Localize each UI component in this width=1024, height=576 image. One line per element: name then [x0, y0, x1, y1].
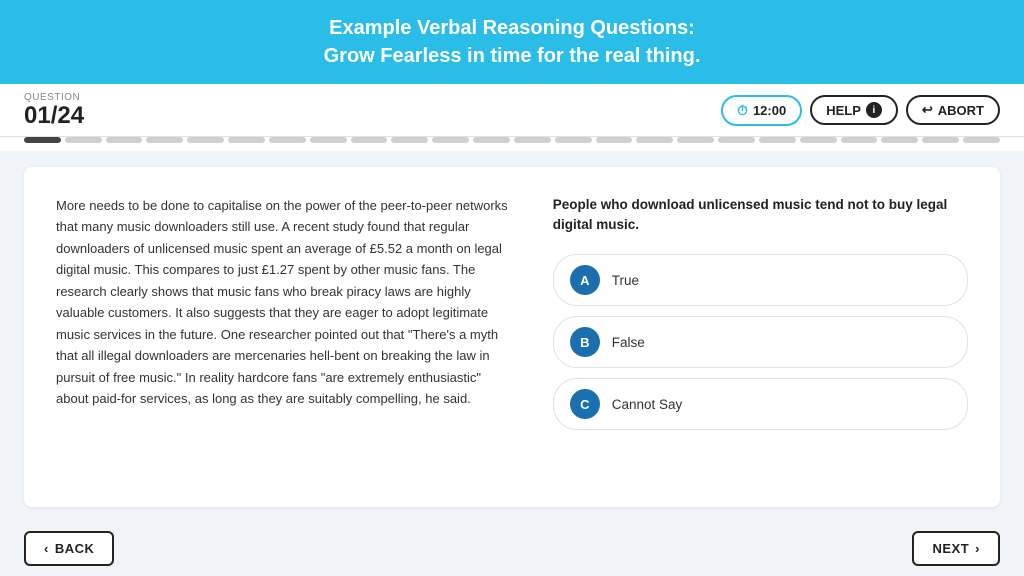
progress-segment-8 [310, 137, 347, 143]
header-line2: Grow Fearless in time for the real thing… [324, 45, 701, 67]
progress-segment-15 [596, 137, 633, 143]
progress-segment-4 [146, 137, 183, 143]
progress-segment-23 [922, 137, 959, 143]
progress-segment-3 [106, 137, 143, 143]
progress-segment-24 [963, 137, 1000, 143]
question-info: QUESTION 01/24 [24, 92, 84, 128]
progress-bar [0, 137, 1024, 151]
progress-segment-18 [718, 137, 755, 143]
question-card: More needs to be done to capitalise on t… [24, 167, 1000, 507]
help-label: HELP [826, 103, 861, 118]
next-chevron-icon: › [975, 541, 980, 556]
progress-segment-14 [555, 137, 592, 143]
passage-text: More needs to be done to capitalise on t… [56, 195, 513, 479]
progress-segment-2 [65, 137, 102, 143]
progress-segment-5 [187, 137, 224, 143]
progress-segment-21 [841, 137, 878, 143]
footer: ‹ BACK NEXT › [0, 521, 1024, 576]
help-button[interactable]: HELP i [810, 95, 898, 125]
question-statement: People who download unlicensed music ten… [553, 195, 968, 234]
answers-section: People who download unlicensed music ten… [553, 195, 968, 479]
answer-label-c: Cannot Say [612, 397, 683, 412]
progress-segment-1 [24, 137, 61, 143]
question-number: 01/24 [24, 104, 84, 128]
answer-circle-c: C [570, 389, 600, 419]
progress-segment-17 [677, 137, 714, 143]
next-label: NEXT [932, 541, 969, 556]
progress-segment-12 [473, 137, 510, 143]
progress-segment-22 [881, 137, 918, 143]
answer-option-c[interactable]: C Cannot Say [553, 378, 968, 430]
answer-option-b[interactable]: B False [553, 316, 968, 368]
progress-segment-7 [269, 137, 306, 143]
answer-option-a[interactable]: A True [553, 254, 968, 306]
header-line1: Example Verbal Reasoning Questions: [329, 17, 695, 39]
toolbar-right: ⏱ 12:00 HELP i ↩ ABORT [721, 95, 1000, 126]
abort-button[interactable]: ↩ ABORT [906, 95, 1000, 125]
answer-circle-b: B [570, 327, 600, 357]
progress-segment-10 [391, 137, 428, 143]
progress-segment-9 [351, 137, 388, 143]
info-icon: i [866, 102, 882, 118]
progress-segment-11 [432, 137, 469, 143]
back-label: BACK [55, 541, 95, 556]
next-button[interactable]: NEXT › [912, 531, 1000, 566]
abort-label: ABORT [938, 103, 984, 118]
progress-segment-20 [800, 137, 837, 143]
back-button[interactable]: ‹ BACK [24, 531, 114, 566]
progress-segment-16 [636, 137, 673, 143]
answer-circle-a: A [570, 265, 600, 295]
timer-button[interactable]: ⏱ 12:00 [721, 95, 802, 126]
clock-icon: ⏱ [737, 102, 748, 119]
toolbar: QUESTION 01/24 ⏱ 12:00 HELP i ↩ ABORT [0, 84, 1024, 137]
timer-value: 12:00 [753, 103, 786, 118]
answer-label-a: True [612, 273, 639, 288]
progress-segment-19 [759, 137, 796, 143]
header-title: Example Verbal Reasoning Questions: Grow… [20, 14, 1004, 70]
abort-icon: ↩ [922, 102, 933, 118]
back-chevron-icon: ‹ [44, 541, 49, 556]
answer-label-b: False [612, 335, 645, 350]
progress-segment-6 [228, 137, 265, 143]
progress-segment-13 [514, 137, 551, 143]
main-content: More needs to be done to capitalise on t… [0, 151, 1024, 521]
header: Example Verbal Reasoning Questions: Grow… [0, 0, 1024, 84]
